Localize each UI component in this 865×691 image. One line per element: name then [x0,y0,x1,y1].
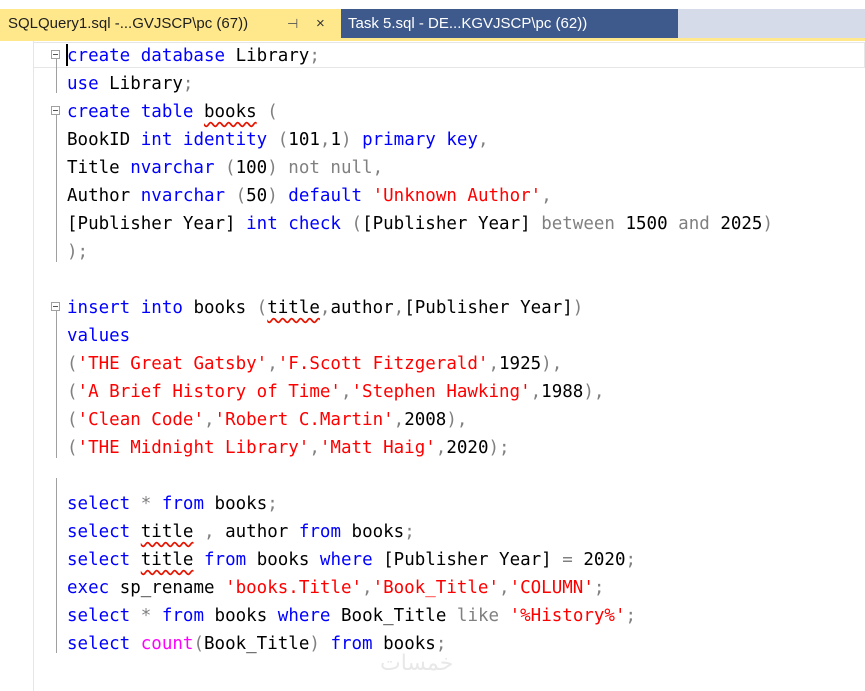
fold-toggle-icon[interactable] [51,302,60,311]
code-line: Title nvarchar (100) not null, [67,158,384,178]
code-line: ('THE Midnight Library','Matt Haig',2020… [67,438,510,458]
pin-icon[interactable]: ⊣ [287,9,298,38]
fold-toggle-icon[interactable] [51,106,60,115]
code-line: select title from books where [Publisher… [67,550,637,570]
code-line: create table books ( [67,102,278,122]
editor-margin [0,41,34,691]
tab-sqlquery1[interactable]: SQLQuery1.sql -...GVJSCP\pc (67)) ⊣ × [0,9,341,38]
code-line: BookID int identity (101,1) primary key, [67,130,489,150]
tab-task5[interactable]: Task 5.sql - DE...KGVJSCP\pc (62)) [341,9,678,38]
close-icon[interactable]: × [316,9,325,38]
code-line: select * from books where Book_Title lik… [67,606,637,626]
active-tab-accent [0,38,865,41]
outline-bar [56,59,57,93]
code-line: ('A Brief History of Time','Stephen Hawk… [67,382,605,402]
outline-bar [56,115,57,262]
code-line: create database Library; [67,46,320,66]
code-line: Author nvarchar (50) default 'Unknown Au… [67,186,552,206]
code-line: ); [67,242,89,262]
tab-title: Task 5.sql - DE...KGVJSCP\pc (62)) [348,15,588,32]
code-line: ('Clean Code','Robert C.Martin',2008), [67,410,468,430]
code-line: [Publisher Year] int check ([Publisher Y… [67,214,774,234]
code-line: use Library; [67,74,194,94]
fold-toggle-icon[interactable] [51,50,60,59]
code-line: values [67,326,131,346]
tab-title: SQLQuery1.sql -...GVJSCP\pc (67)) [8,15,249,32]
code-line: ('THE Great Gatsby','F.Scott Fitzgerald'… [67,354,563,374]
outline-bar [56,478,57,653]
watermark: خمسات [380,651,454,676]
code-line: insert into books (title,author,[Publish… [67,298,584,318]
code-line: select title , author from books; [67,522,415,542]
code-line: exec sp_rename 'books.Title','Book_Title… [67,578,605,598]
outline-bar [56,311,57,458]
code-line: select * from books; [67,494,278,514]
sql-editor[interactable]: create database Library; use Library; cr… [67,42,773,658]
